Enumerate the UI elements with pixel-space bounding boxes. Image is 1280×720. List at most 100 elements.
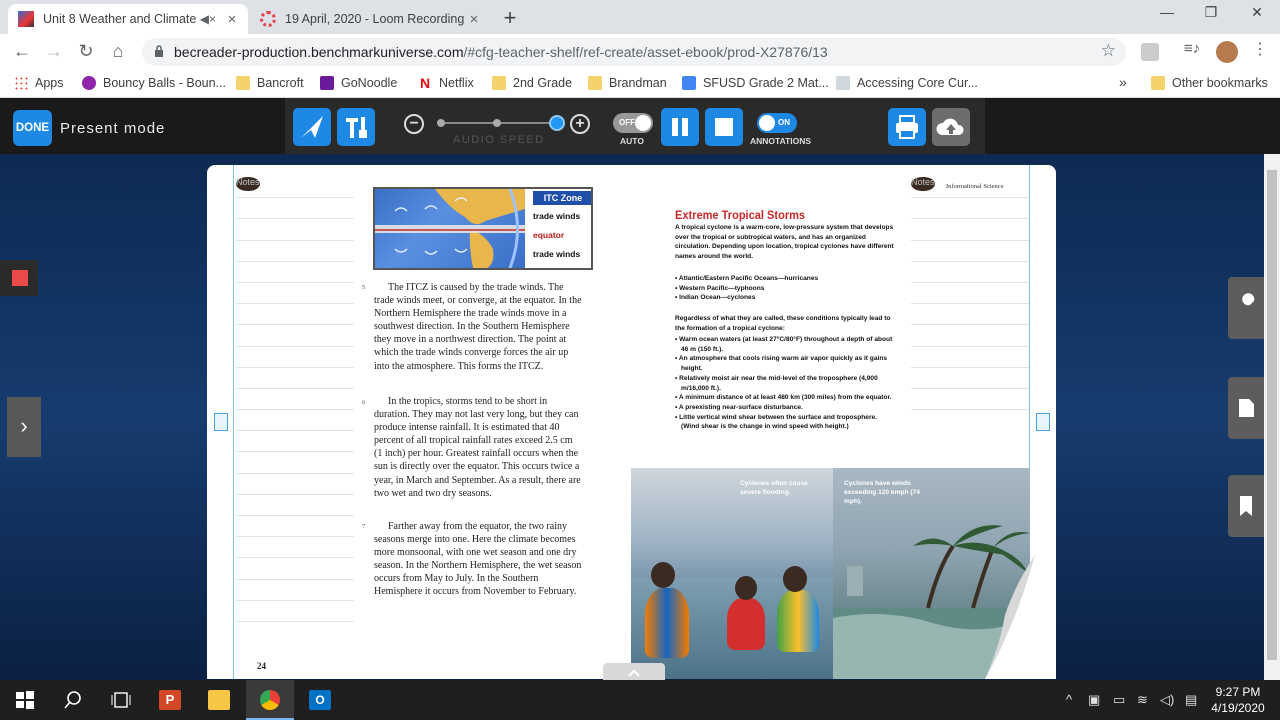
close-window-button[interactable]: ✕ xyxy=(1234,4,1280,21)
menu-dots-icon[interactable]: ⋮ xyxy=(1252,39,1270,58)
notes-line xyxy=(236,389,354,411)
annotations-toggle[interactable]: ON xyxy=(757,113,797,133)
bookmark-sfusd[interactable]: SFUSD Grade 2 Mat... xyxy=(682,76,829,90)
bookmark-2nd-grade[interactable]: 2nd Grade xyxy=(492,76,572,90)
toggle-text: ON xyxy=(778,118,790,127)
extension-icon[interactable] xyxy=(1141,43,1159,61)
address-bar[interactable]: becreader-production.benchmarkuniverse.c… xyxy=(142,38,1126,66)
page-side-button[interactable] xyxy=(1228,377,1264,439)
new-tab-button[interactable]: + xyxy=(499,5,521,31)
toolbar-toggle-button[interactable] xyxy=(603,663,665,680)
search-icon[interactable] xyxy=(62,690,84,710)
apps-grid-icon xyxy=(14,76,28,90)
media-control-icon[interactable]: ≡♪ xyxy=(1184,40,1202,58)
paragraph-7: Farther away from the equator, the two r… xyxy=(374,520,582,599)
star-icon[interactable]: ☆ xyxy=(1101,41,1116,61)
bookmark-apps[interactable]: Apps xyxy=(14,76,64,90)
bookmark-accessing-core[interactable]: Accessing Core Cur... xyxy=(836,76,978,90)
task-view-icon[interactable] xyxy=(110,690,132,710)
clock-date: 4/19/2020 xyxy=(1211,701,1265,715)
system-clock[interactable]: 9:27 PM 4/19/2020 xyxy=(1208,684,1268,716)
sticky-note-button[interactable] xyxy=(0,260,38,296)
bookmark-gonoodle[interactable]: GoNoodle xyxy=(320,76,397,90)
folder-icon xyxy=(588,76,602,90)
child-head xyxy=(651,562,675,588)
audio-speed-slider[interactable] xyxy=(437,115,565,131)
notes-line xyxy=(911,283,1029,305)
bookmark-bouncy-balls[interactable]: Bouncy Balls - Boun... xyxy=(82,76,226,90)
decrease-speed-button[interactable]: − xyxy=(404,114,424,134)
notes-line xyxy=(236,601,354,622)
note-list-icon[interactable] xyxy=(214,413,228,431)
tab-close-button[interactable]: × xyxy=(464,11,484,28)
tab-strip: Unit 8 Weather and Climate ◀× × 19 April… xyxy=(0,0,1280,34)
tab-close-button[interactable]: × xyxy=(222,11,242,28)
file-explorer-icon[interactable] xyxy=(208,690,230,710)
pause-button[interactable] xyxy=(661,108,699,146)
paragraph-5: The ITCZ is caused by the trade winds. T… xyxy=(374,281,582,373)
stop-button[interactable] xyxy=(705,108,743,146)
print-button[interactable] xyxy=(888,108,926,146)
itcz-figure: ITC Zone trade winds equator trade winds xyxy=(373,187,593,270)
pause-icon xyxy=(672,118,688,136)
bookmark-other[interactable]: Other bookmarks xyxy=(1151,76,1268,90)
bookmark-bancroft[interactable]: Bancroft xyxy=(236,76,304,90)
done-button[interactable]: DONE xyxy=(13,110,52,146)
battery-icon[interactable]: ▭ xyxy=(1113,692,1125,708)
slider-knob[interactable] xyxy=(549,115,565,131)
forward-arrow-icon[interactable]: → xyxy=(43,41,65,62)
powerpoint-icon[interactable]: P xyxy=(159,690,181,710)
home-icon[interactable]: ⌂ xyxy=(107,41,129,62)
page-scrollbar[interactable] xyxy=(1264,154,1280,680)
notes-line xyxy=(911,347,1029,368)
bookmark-brandman[interactable]: Brandman xyxy=(588,76,667,90)
reload-icon[interactable]: ↻ xyxy=(75,41,97,62)
wind-caption: Cyclones have winds exceeding 120 kmph (… xyxy=(844,480,920,505)
folder-icon xyxy=(236,76,250,90)
bookmark-side-button[interactable] xyxy=(1228,475,1264,537)
tools-side-button[interactable] xyxy=(1228,277,1264,339)
paragraph-number: 6 xyxy=(362,399,366,406)
upload-button[interactable] xyxy=(932,108,970,146)
wifi-icon[interactable]: ≋ xyxy=(1137,692,1148,708)
speaker-muted-icon[interactable]: ◀× xyxy=(200,12,216,26)
minimize-button[interactable]: — xyxy=(1144,4,1190,20)
avatar[interactable] xyxy=(1216,41,1238,63)
notes-column-right[interactable]: Notes xyxy=(911,177,1029,411)
printer-tray-icon[interactable]: ▣ xyxy=(1088,692,1100,708)
increase-speed-button[interactable]: + xyxy=(570,114,590,134)
tray-overflow-icon[interactable]: ^ xyxy=(1066,692,1072,707)
auto-toggle[interactable]: OFF xyxy=(613,113,653,133)
page-curl-icon[interactable] xyxy=(955,555,1035,679)
note-list-icon[interactable] xyxy=(1036,413,1050,431)
chrome-taskbar-button[interactable] xyxy=(246,680,294,720)
itcz-label-trade-winds-north: trade winds xyxy=(533,211,581,221)
outlook-icon[interactable]: O xyxy=(309,690,331,710)
back-arrow-icon[interactable]: ← xyxy=(11,41,33,62)
notes-line xyxy=(911,262,1029,283)
stop-icon xyxy=(715,118,733,136)
windows-start-icon[interactable] xyxy=(14,690,36,710)
tab-unit8[interactable]: Unit 8 Weather and Climate ◀× × xyxy=(8,4,248,34)
keyboard-icon[interactable]: ▤ xyxy=(1185,692,1197,708)
wrench-icon xyxy=(1238,293,1255,317)
paragraph-number: 7 xyxy=(362,523,366,530)
notes-line xyxy=(236,262,354,283)
conditions-list: • Warm ocean waters (at least 27°C/80°F)… xyxy=(675,335,897,432)
previous-page-button[interactable]: › xyxy=(7,397,41,457)
notes-line xyxy=(236,580,354,601)
scrollbar-thumb[interactable] xyxy=(1267,170,1277,660)
paragraph-text: The ITCZ is caused by the trade winds. T… xyxy=(374,282,582,372)
slider-tick xyxy=(437,119,445,127)
tab-loom[interactable]: 19 April, 2020 - Loom Recording × xyxy=(250,4,490,34)
tools-button[interactable] xyxy=(337,108,375,146)
bookmarks-overflow-button[interactable]: » xyxy=(1119,74,1127,90)
pointer-tool-button[interactable] xyxy=(293,108,331,146)
cyclone-names-list: • Atlantic/Eastern Pacific Oceans—hurric… xyxy=(675,274,897,303)
volume-icon[interactable]: ◁) xyxy=(1160,692,1174,708)
bookmark-netflix[interactable]: N Netflix xyxy=(418,76,474,90)
bookmarks-bar: Apps Bouncy Balls - Boun... Bancroft GoN… xyxy=(0,70,1280,98)
notes-column-left[interactable]: Notes xyxy=(236,177,354,622)
maximize-button[interactable]: ❐ xyxy=(1188,4,1234,21)
notes-line xyxy=(236,452,354,474)
